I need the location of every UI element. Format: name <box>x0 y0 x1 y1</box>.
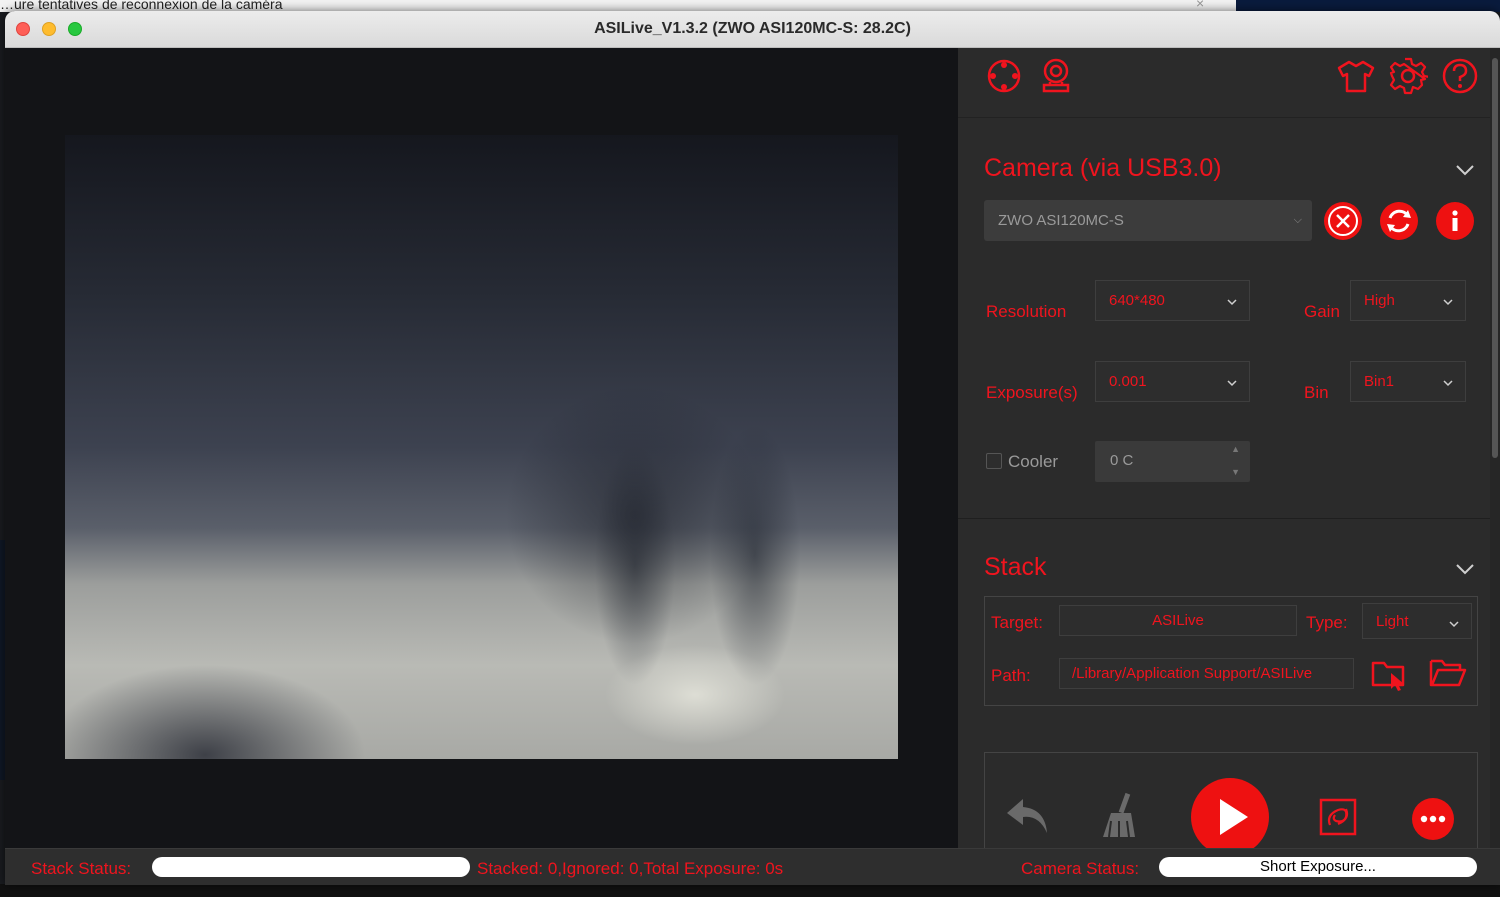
stack-actions-box <box>984 752 1478 862</box>
camera-info-button[interactable] <box>1436 202 1474 240</box>
stack-settings-box: Target: ASILive Type: Light Path: /Libra… <box>984 596 1478 706</box>
resolution-label: Resolution <box>986 302 1067 321</box>
target-input[interactable]: ASILive <box>1059 605 1297 636</box>
refresh-button[interactable] <box>1380 202 1418 240</box>
stack-collapse-chevron-icon[interactable] <box>1454 558 1476 580</box>
type-dropdown[interactable]: Light <box>1362 603 1472 639</box>
type-value: Light <box>1376 613 1409 630</box>
path-label: Path: <box>991 666 1031 685</box>
cooler-temperature-value: 0 C <box>1110 452 1134 469</box>
help-icon[interactable] <box>1440 56 1480 96</box>
app-window: ASILive_V1.3.2 (ZWO ASI120MC-S: 28.2C) C… <box>5 11 1500 885</box>
exposure-value: 0.001 <box>1109 373 1147 390</box>
disconnect-button[interactable] <box>1324 202 1362 240</box>
gain-dropdown[interactable]: High <box>1350 280 1466 321</box>
select-folder-icon[interactable] <box>1371 657 1407 691</box>
broom-icon[interactable] <box>1097 791 1141 841</box>
gain-value: High <box>1364 292 1395 309</box>
more-options-button[interactable] <box>1411 797 1455 841</box>
camera-section-title: Camera (via USB3.0) <box>984 154 1222 182</box>
camera-collapse-chevron-icon[interactable] <box>1454 159 1476 181</box>
status-bar: Stack Status: Stacked: 0,Ignored: 0,Tota… <box>5 848 1500 885</box>
spin-down-icon[interactable]: ▼ <box>1231 467 1240 477</box>
resolution-value: 640*480 <box>1109 292 1165 309</box>
camera-status-label: Camera Status: <box>1021 859 1140 878</box>
title-bar: ASILive_V1.3.2 (ZWO ASI120MC-S: 28.2C) <box>5 11 1500 48</box>
chevron-down-icon <box>1443 375 1453 387</box>
camera-preview-image <box>65 135 898 759</box>
bin-dropdown[interactable]: Bin1 <box>1350 361 1466 402</box>
open-folder-icon[interactable] <box>1429 657 1467 689</box>
cooler-checkbox[interactable] <box>986 453 1002 469</box>
camera-select[interactable]: ZWO ASI120MC-S ⌵ <box>984 200 1312 241</box>
preview-area <box>5 48 958 848</box>
panel-toolbar <box>958 48 1490 118</box>
camera-select-arrow-icon: ⌵ <box>1293 214 1302 226</box>
preview-shadow <box>505 385 765 645</box>
webcam-icon[interactable] <box>1036 56 1076 96</box>
stack-section-title: Stack <box>984 553 1047 581</box>
target-label: Target: <box>991 613 1043 632</box>
undo-icon[interactable] <box>1005 793 1051 839</box>
stack-info-text: Stacked: 0,Ignored: 0,Total Exposure: 0s <box>477 859 784 878</box>
stack-status-label: Stack Status: <box>31 859 132 878</box>
background-close-icon: × <box>1196 0 1205 11</box>
type-label: Type: <box>1306 613 1348 632</box>
play-button[interactable] <box>1190 777 1270 857</box>
chevron-down-icon <box>1227 375 1237 387</box>
stack-progress-bar <box>152 857 470 877</box>
spin-up-icon[interactable]: ▲ <box>1231 444 1240 454</box>
gear-icon[interactable] <box>1388 56 1431 96</box>
camera-status-bar: Short Exposure... <box>1159 857 1477 877</box>
cooler-label: Cooler <box>1008 452 1059 471</box>
section-divider <box>958 518 1490 519</box>
scrollbar-thumb[interactable] <box>1492 58 1498 458</box>
bin-label: Bin <box>1304 383 1329 402</box>
target-icon[interactable] <box>984 56 1024 96</box>
background-window-bottom <box>0 884 1500 897</box>
chevron-down-icon <box>1449 616 1459 628</box>
control-panel: Camera (via USB3.0) ZWO ASI120MC-S ⌵ Res… <box>958 48 1500 862</box>
panel-scrollbar[interactable] <box>1490 48 1500 848</box>
path-input[interactable]: /Library/Application Support/ASILive <box>1059 658 1354 689</box>
cooler-temperature-spinner[interactable]: 0 C ▲ ▼ <box>1095 441 1250 482</box>
galaxy-icon[interactable] <box>1318 797 1358 837</box>
bin-value: Bin1 <box>1364 373 1395 390</box>
resolution-dropdown[interactable]: 640*480 <box>1095 280 1250 321</box>
chevron-down-icon <box>1443 294 1453 306</box>
exposure-dropdown[interactable]: 0.001 <box>1095 361 1250 402</box>
camera-select-value: ZWO ASI120MC-S <box>998 212 1124 229</box>
chevron-down-icon <box>1227 294 1237 306</box>
exposure-label: Exposure(s) <box>986 383 1078 402</box>
gain-label: Gain <box>1304 302 1340 321</box>
window-title: ASILive_V1.3.2 (ZWO ASI120MC-S: 28.2C) <box>594 20 911 37</box>
shirt-icon[interactable] <box>1336 56 1376 96</box>
